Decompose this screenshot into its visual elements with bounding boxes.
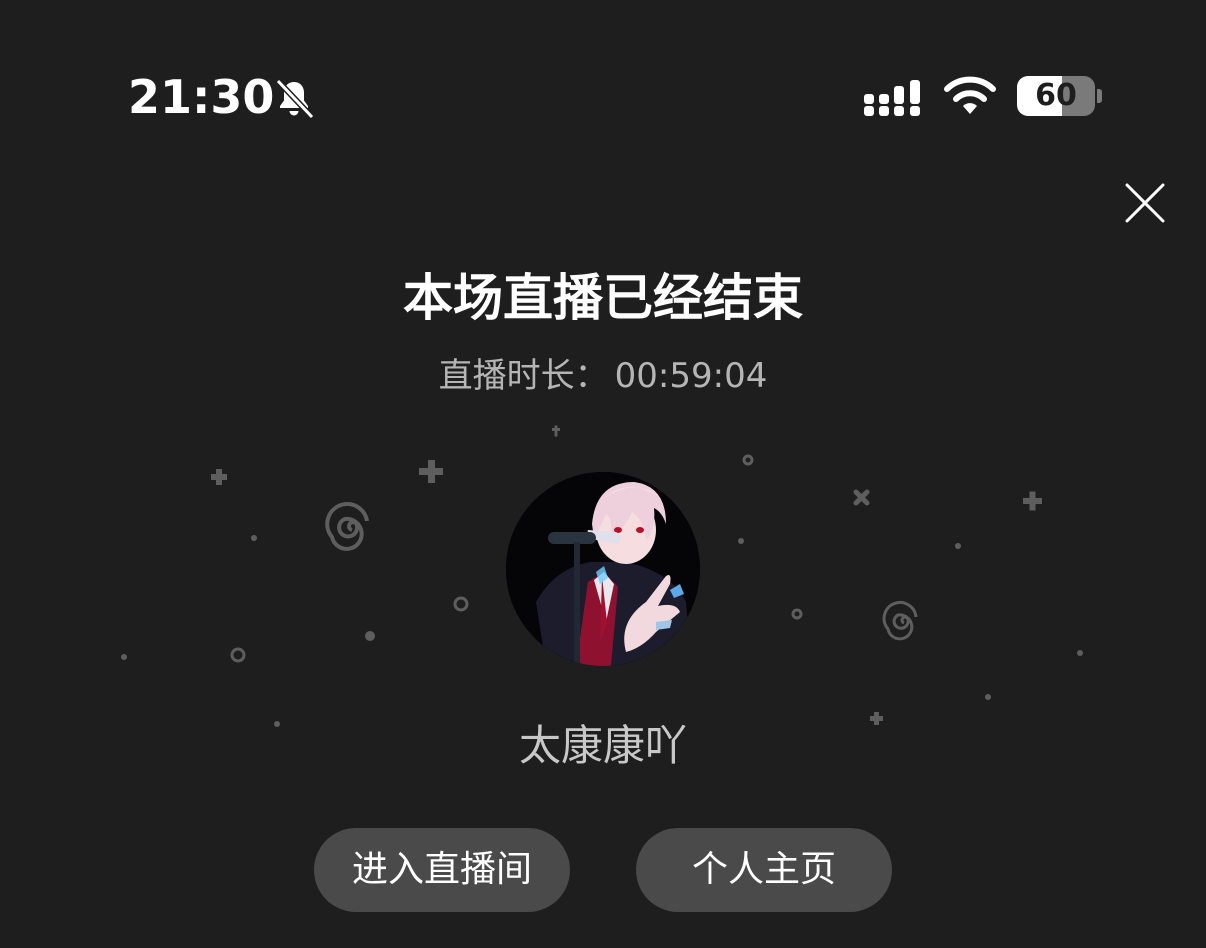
streamer-name[interactable]: 太康康吖 — [0, 718, 1206, 774]
live-ended-screen: 21:30 60 本场直播已经结束 直播时长： 00:59:04 太康康吖 进入… — [0, 0, 1206, 948]
enter-live-room-button[interactable]: 进入直播间 — [314, 828, 570, 912]
profile-button[interactable]: 个人主页 — [636, 828, 892, 912]
avatar-illustration — [506, 472, 700, 666]
avatar[interactable] — [506, 472, 700, 666]
